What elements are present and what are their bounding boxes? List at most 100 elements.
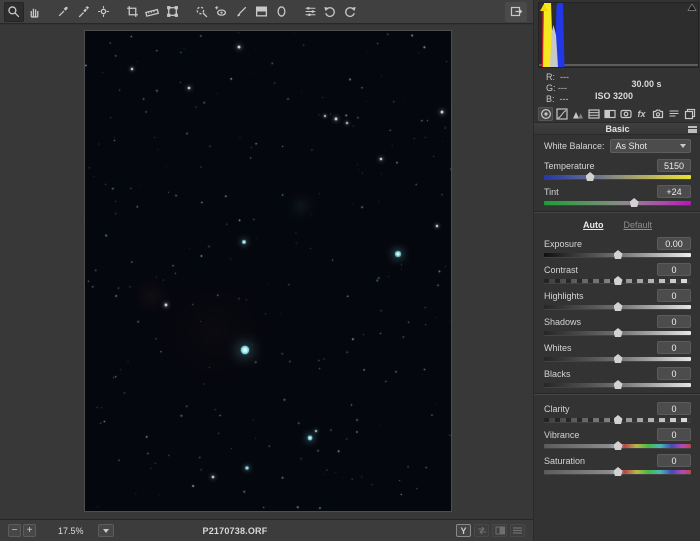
tab-hsl-grayscale[interactable] [586, 107, 601, 121]
whites-label: Whites [544, 342, 572, 353]
slider-row-temperature: Temperature 5150 [544, 159, 691, 181]
contrast-label: Contrast [544, 264, 579, 275]
blacks-value[interactable]: 0 [657, 367, 691, 380]
saturation-slider-handle[interactable] [613, 467, 623, 476]
vibrance-label: Vibrance [544, 429, 580, 440]
slider-row-vibrance: Vibrance 0 [544, 428, 691, 450]
blacks-slider-handle[interactable] [613, 380, 623, 389]
before-after-swap-button[interactable] [474, 524, 489, 537]
adjustment-brush-tool[interactable] [231, 2, 251, 22]
radial-filter-tool[interactable] [271, 2, 291, 22]
before-after-copy-button[interactable] [492, 524, 507, 537]
red-eye-tool[interactable] [211, 2, 231, 22]
graduated-filter-tool[interactable] [251, 2, 271, 22]
rotate-cw-tool[interactable] [340, 2, 360, 22]
vibrance-slider[interactable] [544, 441, 691, 450]
fullscreen-icon [510, 6, 522, 17]
tab-detail[interactable] [570, 107, 585, 121]
before-after-options-button[interactable] [510, 524, 525, 537]
exposure-slider[interactable] [544, 250, 691, 259]
highlight-clipping-indicator[interactable] [687, 3, 697, 11]
panel-tabs: fx [538, 107, 699, 121]
toggle-fullscreen-button[interactable] [505, 1, 527, 22]
tab-snapshots[interactable] [682, 107, 697, 121]
saturation-label: Saturation [544, 455, 586, 466]
clarity-slider[interactable] [544, 415, 691, 424]
tint-label: Tint [544, 186, 559, 197]
clarity-label: Clarity [544, 403, 570, 414]
highlights-slider[interactable] [544, 302, 691, 311]
zoom-out-button[interactable]: − [8, 524, 21, 537]
histogram [538, 2, 699, 68]
tab-camera-calibration[interactable] [650, 107, 665, 121]
saturation-slider[interactable] [544, 467, 691, 476]
highlights-label: Highlights [544, 290, 584, 301]
slider-row-tint: Tint +24 [544, 185, 691, 207]
saturation-value[interactable]: 0 [657, 454, 691, 467]
swap-icon [477, 526, 486, 535]
transform-tool[interactable] [162, 2, 182, 22]
photo-canvas[interactable] [85, 31, 451, 511]
tab-basic[interactable] [538, 107, 553, 121]
clarity-value[interactable]: 0 [657, 402, 691, 415]
tint-slider[interactable] [544, 198, 691, 207]
whites-slider-handle[interactable] [613, 354, 623, 363]
rgb-readout: R: --- G: --- B: --- [546, 72, 570, 104]
iso-value: ISO 3200 [595, 91, 634, 101]
crop-tool[interactable] [122, 2, 142, 22]
divider [534, 393, 700, 395]
tab-presets[interactable] [666, 107, 681, 121]
spot-removal-tool[interactable] [191, 2, 211, 22]
photo[interactable] [84, 30, 452, 512]
panel-menu-icon[interactable] [688, 126, 697, 133]
whites-slider[interactable] [544, 354, 691, 363]
preferences-tool[interactable] [300, 2, 320, 22]
tab-tone-curve[interactable] [554, 107, 569, 121]
tab-lens-corrections[interactable] [618, 107, 633, 121]
white-balance-tool[interactable] [53, 2, 73, 22]
shadows-slider[interactable] [544, 328, 691, 337]
shadows-slider-handle[interactable] [613, 328, 623, 337]
slider-row-exposure: Exposure 0.00 [544, 237, 691, 259]
tab-effects[interactable]: fx [634, 107, 649, 121]
shadows-value[interactable]: 0 [657, 315, 691, 328]
contrast-slider[interactable] [544, 276, 691, 285]
contrast-slider-handle[interactable] [613, 276, 623, 285]
preview-area [0, 25, 533, 519]
chevron-down-icon [102, 528, 109, 533]
zoom-level-dropdown[interactable] [97, 524, 114, 537]
hand-tool[interactable] [24, 2, 44, 22]
zoom-tool[interactable] [4, 1, 24, 22]
vibrance-value[interactable]: 0 [657, 428, 691, 441]
slider-row-highlights: Highlights 0 [544, 289, 691, 311]
exposure-value[interactable]: 0.00 [657, 237, 691, 250]
contrast-value[interactable]: 0 [657, 263, 691, 276]
clarity-slider-handle[interactable] [613, 415, 623, 424]
highlights-slider-handle[interactable] [613, 302, 623, 311]
targeted-adjustment-tool[interactable] [93, 2, 113, 22]
highlights-value[interactable]: 0 [657, 289, 691, 302]
exposure-slider-handle[interactable] [613, 250, 623, 259]
temperature-value[interactable]: 5150 [657, 159, 691, 172]
menu-lines-icon [513, 527, 522, 534]
white-balance-select[interactable]: As Shot [609, 139, 691, 153]
tab-split-toning[interactable] [602, 107, 617, 121]
rotate-ccw-tool[interactable] [320, 2, 340, 22]
color-sampler-tool[interactable] [73, 2, 93, 22]
vibrance-slider-handle[interactable] [613, 441, 623, 450]
whites-value[interactable]: 0 [657, 341, 691, 354]
default-link[interactable]: Default [623, 220, 652, 230]
zoom-in-button[interactable]: + [23, 524, 36, 537]
tint-value[interactable]: +24 [657, 185, 691, 198]
before-after-buttons: Y [456, 524, 525, 537]
temperature-slider[interactable] [544, 172, 691, 181]
temperature-slider-handle[interactable] [585, 172, 595, 181]
before-after-cycle-button[interactable]: Y [456, 524, 471, 537]
auto-link[interactable]: Auto [583, 220, 604, 230]
white-balance-row: White Balance: As Shot [544, 139, 691, 153]
tint-slider-handle[interactable] [629, 198, 639, 207]
histogram-plot [539, 3, 698, 67]
slider-row-blacks: Blacks 0 [544, 367, 691, 389]
blacks-slider[interactable] [544, 380, 691, 389]
straighten-tool[interactable] [142, 2, 162, 22]
